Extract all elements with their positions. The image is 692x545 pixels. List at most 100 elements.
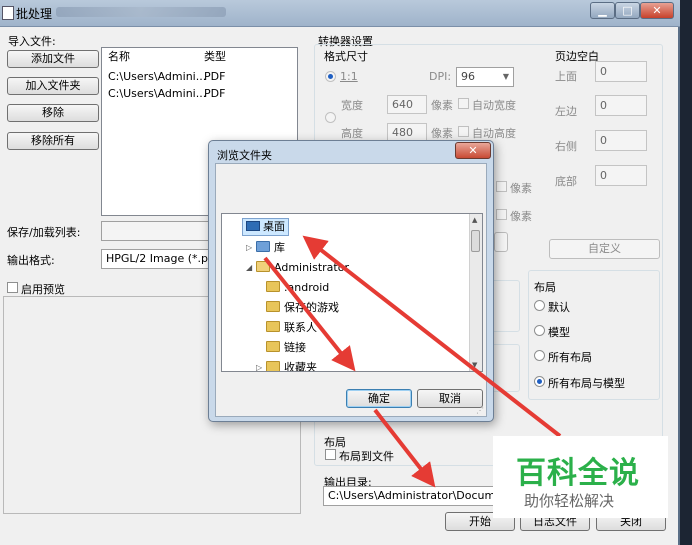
enable-preview-checkbox[interactable] xyxy=(7,282,18,293)
user-folder-icon xyxy=(256,261,270,272)
folder-icon xyxy=(266,361,280,371)
enable-preview-label: 启用预览 xyxy=(21,283,65,296)
width-label: 宽度 xyxy=(341,99,363,112)
tree-item-desktop[interactable]: 桌面 xyxy=(242,218,289,236)
height-unit-label: 像素 xyxy=(431,127,453,140)
tree-item-contacts[interactable]: 联系人 xyxy=(266,319,317,337)
folder-tree[interactable]: 桌面 ▷ 库 ◢ Administrator .android 保存的游戏 联系… xyxy=(221,213,483,372)
file-row-type[interactable]: PDF xyxy=(204,87,225,101)
layout-model-radio[interactable] xyxy=(534,325,545,336)
margin-right-input[interactable]: 0 xyxy=(595,130,647,151)
import-files-label: 导入文件: xyxy=(8,35,56,48)
blurred-title-region xyxy=(56,7,226,17)
scroll-down-icon[interactable]: ▼ xyxy=(472,361,477,369)
auto-height-checkbox[interactable] xyxy=(458,126,469,137)
close-window-button[interactable]: ✕ xyxy=(640,2,674,19)
maximize-button[interactable]: □ xyxy=(615,2,640,19)
layout-group-title: 布局 xyxy=(534,281,556,294)
watermark-subtitle: 助你轻松解决 xyxy=(524,492,615,510)
expand-arrow-icon[interactable]: ▷ xyxy=(256,363,262,371)
pixel-unit-label: 像素 xyxy=(510,210,532,223)
layout-default-radio[interactable] xyxy=(534,300,545,311)
layout-all-label: 所有布局 xyxy=(548,351,592,364)
tree-item-administrator[interactable]: Administrator xyxy=(256,259,349,277)
window-title: 批处理 xyxy=(16,7,53,21)
tree-item-label: 联系人 xyxy=(284,321,317,334)
margin-bottom-input[interactable]: 0 xyxy=(595,165,647,186)
scroll-up-icon[interactable]: ▲ xyxy=(472,216,477,224)
tree-item-saved-games[interactable]: 保存的游戏 xyxy=(266,299,339,317)
resize-grip-icon[interactable]: ⋰ xyxy=(476,406,484,415)
custom-size-radio[interactable] xyxy=(325,112,336,123)
title-bar: 批处理 ▁ □ ✕ xyxy=(0,0,680,27)
layout-to-file-label: 布局到文件 xyxy=(339,450,394,463)
height-label: 高度 xyxy=(341,127,363,140)
margin-left-input[interactable]: 0 xyxy=(595,95,647,116)
tree-item-android[interactable]: .android xyxy=(266,279,329,297)
browse-folder-dialog: 浏览文件夹 ✕ 桌面 ▷ 库 ◢ Administrator .android … xyxy=(208,140,494,422)
tree-item-label: 库 xyxy=(274,241,285,254)
tree-item-label: Administrator xyxy=(274,261,349,274)
tree-item-label: 桌面 xyxy=(263,220,285,233)
folder-icon xyxy=(266,281,280,292)
desktop-icon xyxy=(246,221,260,231)
margin-top-input[interactable]: 0 xyxy=(595,61,647,82)
watermark-title: 百科全说 xyxy=(516,456,640,491)
margin-bottom-label: 底部 xyxy=(555,175,577,188)
hidden-checkbox[interactable] xyxy=(496,209,507,220)
file-row-type[interactable]: PDF xyxy=(204,70,225,84)
chevron-down-icon: ▼ xyxy=(502,72,509,81)
tree-scrollbar[interactable]: ▲ ▼ xyxy=(469,214,482,371)
folder-icon xyxy=(266,341,280,352)
save-load-list-label: 保存/加载列表: xyxy=(7,226,81,239)
dpi-value: 96 xyxy=(461,70,475,83)
pixel-unit-label: 像素 xyxy=(510,182,532,195)
layout-model-label: 模型 xyxy=(548,326,570,339)
dialog-close-button[interactable]: ✕ xyxy=(455,142,491,159)
folder-icon xyxy=(266,301,280,312)
margin-right-label: 右侧 xyxy=(555,140,577,153)
add-file-button[interactable]: 添加文件 xyxy=(7,50,99,68)
remove-all-button[interactable]: 移除所有 xyxy=(7,132,99,150)
app-icon xyxy=(2,6,14,20)
layout-all-and-model-radio[interactable] xyxy=(534,376,545,387)
file-row-name[interactable]: C:\Users\Admini... xyxy=(108,70,206,84)
ok-button[interactable]: 确定 xyxy=(346,389,412,408)
dialog-title: 浏览文件夹 xyxy=(217,149,272,162)
column-header-type[interactable]: 类型 xyxy=(198,48,226,66)
ratio-radio[interactable] xyxy=(325,71,336,82)
tree-item-links[interactable]: 链接 xyxy=(266,339,306,357)
tree-item-label: 保存的游戏 xyxy=(284,301,339,314)
margin-top-label: 上面 xyxy=(555,70,577,83)
desktop-background xyxy=(680,0,692,545)
tree-item-library[interactable]: 库 xyxy=(256,239,285,257)
add-folder-button[interactable]: 加入文件夹 xyxy=(7,77,99,95)
expand-arrow-icon[interactable]: ▷ xyxy=(246,243,252,252)
hidden-button[interactable] xyxy=(494,232,508,252)
cancel-button[interactable]: 取消 xyxy=(417,389,483,408)
column-header-name[interactable]: 名称 xyxy=(102,48,130,66)
auto-height-label: 自动高度 xyxy=(472,127,516,140)
width-unit-label: 像素 xyxy=(431,99,453,112)
file-row-name[interactable]: C:\Users\Admini... xyxy=(108,87,206,101)
width-input[interactable]: 640 xyxy=(387,95,427,114)
layout-all-radio[interactable] xyxy=(534,350,545,361)
format-size-title: 格式尺寸 xyxy=(324,50,368,63)
remove-button[interactable]: 移除 xyxy=(7,104,99,122)
minimize-button[interactable]: ▁ xyxy=(590,2,615,19)
scroll-thumb[interactable] xyxy=(471,230,480,252)
hidden-checkbox[interactable] xyxy=(496,181,507,192)
custom-margins-button[interactable]: 自定义 xyxy=(549,239,660,259)
output-format-label: 输出格式: xyxy=(7,254,55,267)
collapse-arrow-icon[interactable]: ◢ xyxy=(246,263,252,272)
tree-item-label: .android xyxy=(284,281,330,294)
tree-item-favorites[interactable]: 收藏夹 xyxy=(266,359,317,372)
dpi-select[interactable]: 96 ▼ xyxy=(456,67,514,87)
layout-all-and-model-label: 所有布局与模型 xyxy=(548,377,625,390)
auto-width-checkbox[interactable] xyxy=(458,98,469,109)
tree-item-label: 收藏夹 xyxy=(284,361,317,372)
library-icon xyxy=(256,241,270,252)
dialog-body: 桌面 ▷ 库 ◢ Administrator .android 保存的游戏 联系… xyxy=(215,163,487,417)
tree-item-label: 链接 xyxy=(284,341,306,354)
layout-to-file-checkbox[interactable] xyxy=(325,449,336,460)
